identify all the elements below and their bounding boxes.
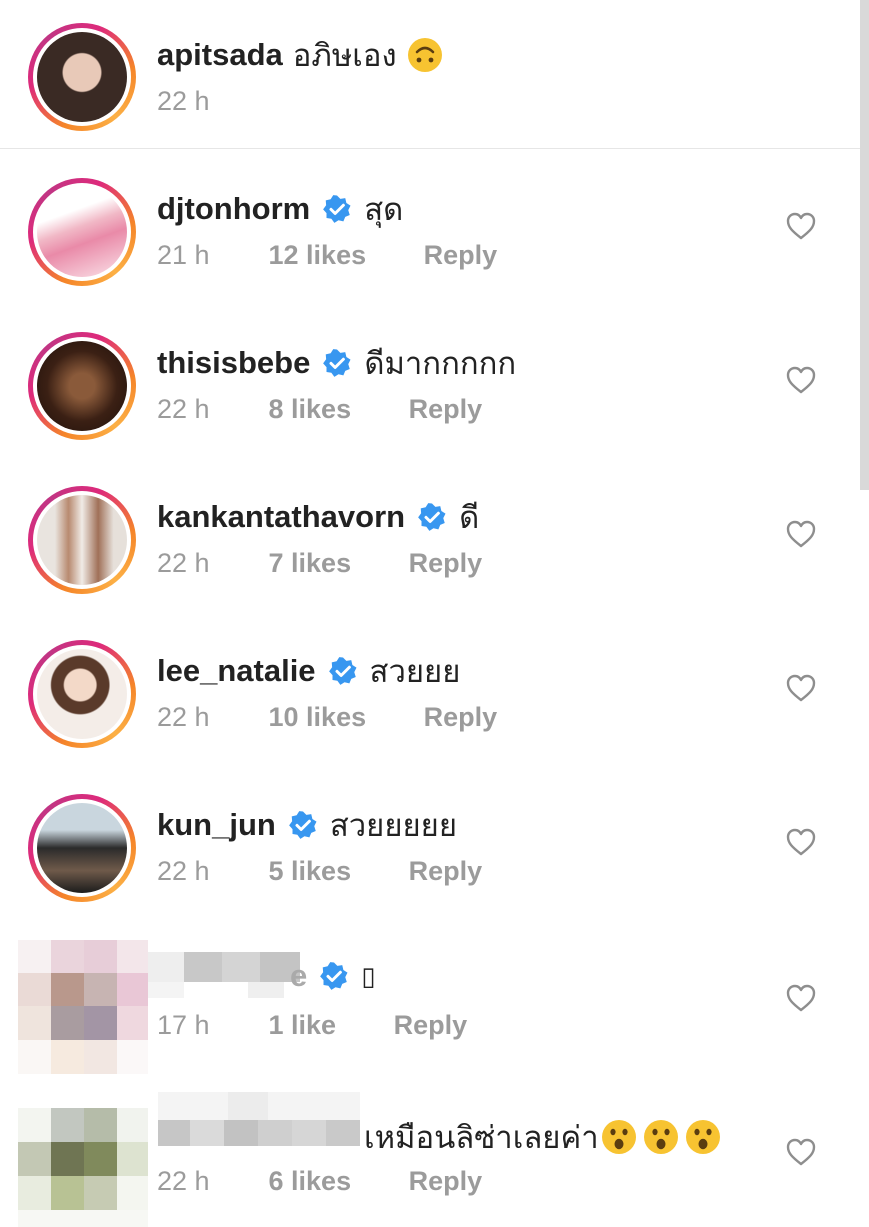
astonished-face-icon — [601, 1120, 636, 1154]
avatar[interactable] — [28, 332, 136, 440]
likes-count[interactable]: 12 likes — [269, 240, 367, 271]
likes-count[interactable]: 6 likes — [269, 1166, 352, 1197]
comment-text: สวยยย — [369, 654, 461, 689]
comment-text: เหมือนลิซ่าเลยค่า — [364, 1120, 599, 1155]
reply-button[interactable]: Reply — [394, 1010, 468, 1041]
username[interactable]: djtonhorm — [157, 191, 310, 227]
comment-text: สวยยยยย — [329, 808, 457, 843]
comment-time: 22 h — [157, 86, 210, 116]
blurred-username — [148, 952, 300, 998]
heart-icon[interactable] — [786, 828, 816, 856]
avatar[interactable] — [28, 640, 136, 748]
username[interactable]: thisisbebe — [157, 345, 310, 381]
verified-badge-icon — [323, 349, 351, 377]
astonished-face-icon — [643, 1120, 678, 1154]
comment-item: djtonhorm สุด 21 h 12 likes Reply — [0, 150, 860, 304]
heart-icon[interactable] — [786, 984, 816, 1012]
reply-button[interactable]: Reply — [424, 240, 498, 271]
comment-item: e ▯ 17 h 1 like Reply — [0, 920, 860, 1074]
username[interactable]: apitsada — [157, 37, 283, 73]
comment-item: thisisbebe ดีมากกกกก 22 h 8 likes Reply — [0, 304, 860, 458]
comment-time: 22 h — [157, 856, 210, 886]
post-caption: apitsada อภิษเอง 22 h — [0, 0, 860, 149]
username[interactable]: e — [290, 958, 307, 994]
avatar[interactable] — [28, 178, 136, 286]
upside-down-face-icon — [407, 38, 442, 72]
verified-badge-icon — [288, 811, 317, 839]
avatar[interactable] — [28, 486, 136, 594]
comment-text: อภิษเอง — [292, 38, 397, 73]
comment-time: 22 h — [157, 1166, 210, 1196]
reply-button[interactable]: Reply — [409, 1166, 483, 1197]
avatar[interactable] — [18, 940, 148, 1074]
comment-time: 17 h — [157, 1010, 210, 1040]
likes-count[interactable]: 7 likes — [269, 548, 352, 579]
username[interactable]: kun_jun — [157, 807, 276, 843]
likes-count[interactable]: 1 like — [269, 1010, 337, 1041]
username[interactable]: lee_natalie — [157, 653, 316, 689]
likes-count[interactable]: 10 likes — [269, 702, 367, 733]
avatar[interactable] — [28, 23, 136, 131]
comment-text: สุด — [364, 192, 404, 227]
verified-badge-icon — [323, 195, 351, 223]
verified-badge-icon — [320, 962, 348, 990]
comment-time: 22 h — [157, 702, 210, 732]
comment-time: 22 h — [157, 548, 210, 578]
reply-button[interactable]: Reply — [424, 702, 498, 733]
comments-screen: apitsada อภิษเอง 22 h djtonhorm สุด 21 h — [0, 0, 869, 1227]
comment-item: kankantathavorn ดี 22 h 7 likes Reply — [0, 458, 860, 612]
blurred-username — [158, 1092, 360, 1146]
avatar[interactable] — [28, 794, 136, 902]
heart-icon[interactable] — [786, 520, 816, 548]
comment-time: 21 h — [157, 240, 210, 270]
avatar[interactable] — [18, 1108, 148, 1227]
astonished-face-icon — [685, 1120, 720, 1154]
heart-icon[interactable] — [786, 212, 816, 240]
likes-count[interactable]: 5 likes — [269, 856, 352, 887]
comment-text: ดี — [459, 500, 480, 535]
username[interactable]: kankantathavorn — [157, 499, 405, 535]
reply-button[interactable]: Reply — [409, 548, 483, 579]
heart-icon[interactable] — [786, 366, 816, 394]
heart-icon[interactable] — [786, 674, 816, 702]
comment-text: ดีมากกกกก — [364, 346, 517, 381]
comment-item: lee_natalie สวยยย 22 h 10 likes Reply — [0, 612, 860, 766]
reply-button[interactable]: Reply — [409, 394, 483, 425]
comment-item: kun_jun สวยยยยย 22 h 5 likes Reply — [0, 766, 860, 920]
comment-time: 22 h — [157, 394, 210, 424]
comment-text: ▯ — [361, 960, 376, 991]
verified-badge-icon — [328, 657, 357, 685]
scrollbar[interactable] — [860, 0, 869, 490]
likes-count[interactable]: 8 likes — [269, 394, 352, 425]
comment-item: เหมือนลิซ่าเลยค่า 22 h 6 likes Reply — [0, 1074, 860, 1227]
heart-icon[interactable] — [786, 1138, 816, 1166]
verified-badge-icon — [418, 503, 446, 531]
reply-button[interactable]: Reply — [409, 856, 483, 887]
